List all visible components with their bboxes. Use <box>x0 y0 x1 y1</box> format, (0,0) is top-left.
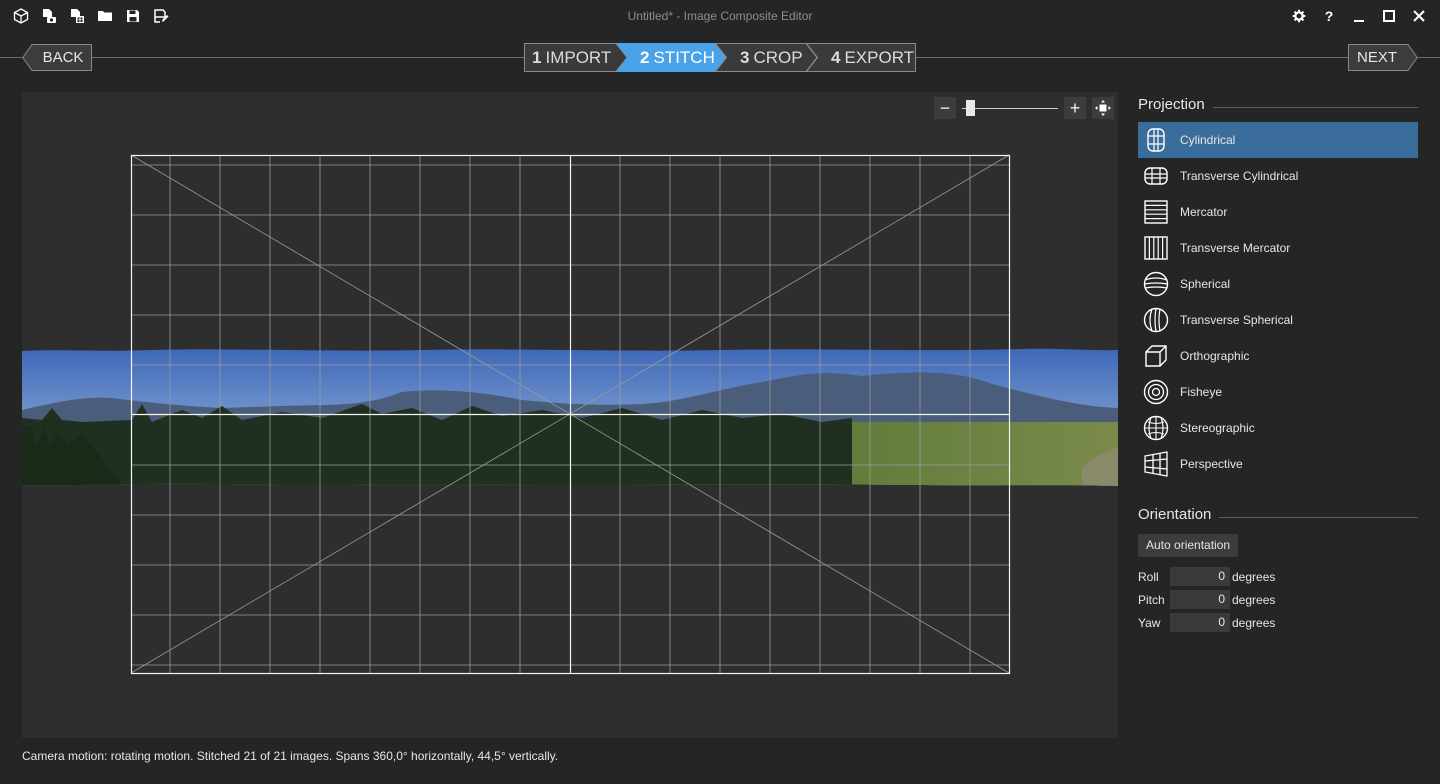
spherical-icon <box>1141 269 1171 299</box>
step-import[interactable]: 1 IMPORT <box>524 43 628 72</box>
section-divider <box>1212 106 1418 108</box>
wizard-navigation: BACK 1 IMPORT 2 STITCH 3 CROP 4 EXPORT NEXT <box>0 40 1440 76</box>
projection-item-label: Transverse Mercator <box>1180 241 1291 255</box>
zoom-in-button[interactable]: + <box>1064 97 1086 119</box>
roll-label: Roll <box>1138 569 1159 584</box>
projection-section-title: Projection <box>1138 92 1418 116</box>
projection-grid <box>130 154 1011 675</box>
pitch-input[interactable]: 0 <box>1170 590 1230 609</box>
orthographic-icon <box>1141 341 1171 371</box>
back-label: BACK <box>42 49 84 66</box>
projection-item-stereographic[interactable]: Stereographic <box>1138 410 1418 446</box>
section-divider <box>1219 516 1418 518</box>
zoom-controls: − + <box>934 97 1114 119</box>
projection-list: Cylindrical Transverse Cylindrical Mercato… <box>1138 122 1418 482</box>
zoom-out-button[interactable]: − <box>934 97 956 119</box>
wizard-steps: 1 IMPORT 2 STITCH 3 CROP 4 EXPORT <box>524 43 916 72</box>
wizard-line-left <box>92 57 524 58</box>
fit-to-window-icon[interactable] <box>1092 97 1114 119</box>
fisheye-icon <box>1141 377 1171 407</box>
projection-item-label: Fisheye <box>1180 385 1223 399</box>
help-icon[interactable]: ? <box>1320 6 1338 26</box>
step-crop-label: CROP <box>753 47 803 67</box>
window-controls: ? <box>1290 6 1428 26</box>
yaw-label: Yaw <box>1138 615 1161 630</box>
panorama-canvas[interactable]: − + <box>22 92 1118 738</box>
orientation-section: Orientation Auto orientation Roll 0 degree… <box>1138 502 1418 634</box>
projection-item-transverse-spherical[interactable]: Transverse Spherical <box>1138 302 1418 338</box>
zoom-slider-thumb[interactable] <box>966 100 975 116</box>
step-export-label: EXPORT <box>844 47 915 67</box>
projection-item-label: Spherical <box>1180 277 1231 291</box>
transverse-mercator-icon <box>1141 233 1171 263</box>
projection-item-label: Perspective <box>1180 457 1243 471</box>
next-button[interactable]: NEXT <box>1348 44 1418 71</box>
settings-panel: Projection Cylindrical Transverse Cylindr… <box>1138 92 1418 634</box>
pitch-label: Pitch <box>1138 592 1165 607</box>
orientation-section-title: Orientation <box>1138 502 1418 526</box>
step-stitch[interactable]: 2 STITCH <box>616 43 727 72</box>
step-export[interactable]: 4 EXPORT <box>806 43 916 72</box>
projection-title: Projection <box>1138 95 1205 113</box>
transverse-cylindrical-icon <box>1141 161 1171 191</box>
projection-item-transverse-mercator[interactable]: Transverse Mercator <box>1138 230 1418 266</box>
step-import-number: 1 <box>532 47 542 67</box>
projection-item-label: Transverse Cylindrical <box>1180 169 1299 183</box>
step-export-number: 4 <box>831 47 841 67</box>
yaw-input[interactable]: 0 <box>1170 613 1230 632</box>
perspective-icon <box>1141 449 1171 479</box>
status-bar: Camera motion: rotating motion. Stitched… <box>22 749 559 763</box>
mercator-icon <box>1141 197 1171 227</box>
yaw-unit: degrees <box>1232 615 1276 630</box>
projection-item-label: Orthographic <box>1180 349 1250 363</box>
pitch-unit: degrees <box>1232 592 1276 607</box>
projection-item-label: Stereographic <box>1180 421 1255 435</box>
pitch-field-row: Pitch 0 degrees <box>1138 588 1418 611</box>
orientation-title: Orientation <box>1138 505 1212 523</box>
step-crop[interactable]: 3 CROP <box>715 43 818 72</box>
stereographic-icon <box>1141 413 1171 443</box>
projection-item-transverse-cylindrical[interactable]: Transverse Cylindrical <box>1138 158 1418 194</box>
minimize-icon[interactable] <box>1350 6 1368 26</box>
title-bar: Untitled* - Image Composite Editor ? <box>0 0 1440 34</box>
close-icon[interactable] <box>1410 6 1428 26</box>
projection-item-label: Transverse Spherical <box>1180 313 1293 327</box>
maximize-icon[interactable] <box>1380 6 1398 26</box>
projection-item-perspective[interactable]: Perspective <box>1138 446 1418 482</box>
zoom-slider[interactable] <box>962 98 1058 118</box>
window-title: Untitled* - Image Composite Editor <box>627 9 813 23</box>
roll-unit: degrees <box>1232 569 1276 584</box>
yaw-field-row: Yaw 0 degrees <box>1138 611 1418 634</box>
step-stitch-label: STITCH <box>653 47 715 67</box>
step-stitch-number: 2 <box>640 47 650 67</box>
projection-item-label: Cylindrical <box>1180 133 1236 147</box>
step-import-label: IMPORT <box>545 47 612 67</box>
orientation-fields: Roll 0 degrees Pitch 0 degrees Yaw 0 degrees <box>1138 565 1418 634</box>
step-crop-number: 3 <box>740 47 750 67</box>
back-button[interactable]: BACK <box>22 44 92 71</box>
wizard-line-right <box>916 57 1348 58</box>
projection-item-spherical[interactable]: Spherical <box>1138 266 1418 302</box>
projection-item-cylindrical[interactable]: Cylindrical <box>1138 122 1418 158</box>
auto-orientation-button[interactable]: Auto orientation <box>1138 534 1239 557</box>
next-label: NEXT <box>1356 49 1397 66</box>
projection-item-orthographic[interactable]: Orthographic <box>1138 338 1418 374</box>
projection-item-label: Mercator <box>1180 205 1228 219</box>
roll-field-row: Roll 0 degrees <box>1138 565 1418 588</box>
gear-icon[interactable] <box>1290 6 1308 26</box>
zoom-slider-track <box>962 108 1058 109</box>
projection-item-fisheye[interactable]: Fisheye <box>1138 374 1418 410</box>
projection-item-mercator[interactable]: Mercator <box>1138 194 1418 230</box>
cylindrical-icon <box>1141 125 1171 155</box>
roll-input[interactable]: 0 <box>1170 567 1230 586</box>
transverse-spherical-icon <box>1141 305 1171 335</box>
